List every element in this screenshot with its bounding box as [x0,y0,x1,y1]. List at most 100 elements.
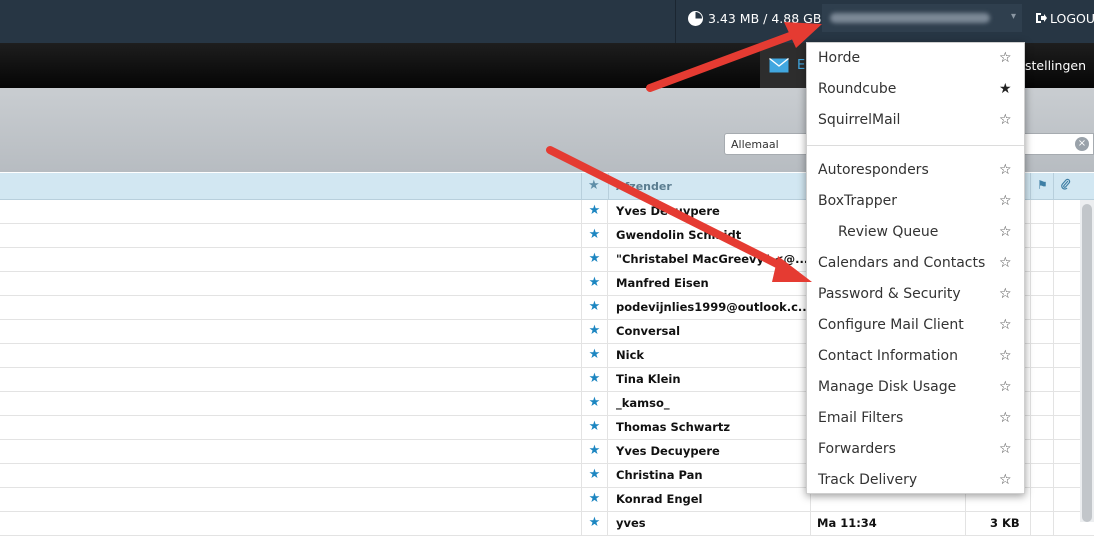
star-icon[interactable]: ★ [581,368,608,391]
star-column-icon[interactable]: ★ [588,178,600,193]
star-icon[interactable]: ★ [581,272,608,295]
logout-button[interactable]: LOGOUT [1035,0,1094,36]
menu-item-password-security[interactable]: Password & Security ☆ [807,279,1024,310]
star-icon[interactable]: ★ [581,416,608,439]
flag-icon[interactable]: ⚑ [1037,178,1048,192]
star-outline-icon[interactable]: ☆ [999,217,1012,248]
attachment-icon[interactable] [1060,178,1071,193]
star-icon[interactable]: ★ [581,320,608,343]
star-icon[interactable]: ★ [581,200,608,223]
menu-item-label: Password & Security [818,286,961,302]
star-outline-icon[interactable]: ☆ [999,465,1012,496]
menu-item-label: Horde [818,50,861,66]
star-outline-icon[interactable]: ☆ [999,403,1012,434]
column-divider [1053,440,1054,463]
column-divider [1030,248,1031,271]
disk-usage[interactable]: 3.43 MB / 4.88 GB [688,0,821,36]
star-filled-icon[interactable]: ★ [999,74,1012,105]
column-divider [1030,224,1031,247]
row-sender: Yves Decuypere [616,204,720,218]
star-outline-icon[interactable]: ☆ [999,310,1012,341]
star-icon[interactable]: ★ [581,248,608,271]
star-outline-icon[interactable]: ☆ [999,105,1012,136]
tab-email[interactable]: E [760,43,810,88]
menu-item-contact-information[interactable]: Contact Information ☆ [807,341,1024,372]
filter-select[interactable]: Allemaal [724,133,814,155]
column-divider [1053,416,1054,439]
column-divider [1030,440,1031,463]
menu-item-configure-mail-client[interactable]: Configure Mail Client ☆ [807,310,1024,341]
menu-item-label: BoxTrapper [818,193,897,209]
star-icon[interactable]: ★ [581,488,608,511]
menu-item-squirrelmail[interactable]: SquirrelMail ☆ [807,105,1024,136]
scrollbar[interactable] [1080,200,1094,522]
menu-item-label: Manage Disk Usage [818,379,957,395]
account-menu-toggle[interactable]: ▾ [822,4,1022,32]
menu-divider [807,145,1024,146]
menu-item-roundcube[interactable]: Roundcube ★ [807,74,1024,105]
menu-item-label: Configure Mail Client [818,317,964,333]
star-icon[interactable]: ★ [581,296,608,319]
row-sender: _kamso_ [616,396,670,410]
sender-column-header[interactable]: Afzender [616,180,672,193]
menu-item-calendars-and-contacts[interactable]: Calendars and Contacts ☆ [807,248,1024,279]
tab-settings[interactable]: stellingen [1025,43,1086,88]
star-outline-icon[interactable]: ☆ [999,186,1012,217]
menu-item-label: Roundcube [818,81,897,97]
table-row[interactable]: ★ yves Ma 11:34 3 KB [0,512,1094,536]
scrollbar-thumb[interactable] [1082,204,1092,522]
logout-icon [1036,13,1047,23]
row-sender: "Christabel MacGreevy" <@... [616,252,809,266]
pie-chart-icon [688,10,703,26]
star-outline-icon[interactable]: ☆ [999,43,1012,74]
column-divider [1030,416,1031,439]
account-dropdown-menu: Horde ☆ Roundcube ★ SquirrelMail ☆ Autorespond… [806,42,1025,494]
star-icon[interactable]: ★ [581,512,608,535]
column-divider [1053,173,1054,199]
star-outline-icon[interactable]: ☆ [999,155,1012,186]
menu-item-autoresponders[interactable]: Autoresponders ☆ [807,155,1024,186]
chevron-down-icon: ▾ [1010,11,1016,22]
row-sender: Conversal [616,324,681,338]
row-sender: podevijnlies1999@outlook.c... [616,300,812,314]
star-icon[interactable]: ★ [581,464,608,487]
column-divider [1030,512,1031,535]
column-divider [1030,488,1031,511]
column-divider [1053,272,1054,295]
column-divider [1053,296,1054,319]
row-date: Ma 11:34 [817,516,877,530]
star-outline-icon[interactable]: ☆ [999,434,1012,465]
menu-item-email-filters[interactable]: Email Filters ☆ [807,403,1024,434]
star-outline-icon[interactable]: ☆ [999,372,1012,403]
clear-search-icon[interactable]: × [1075,137,1089,151]
menu-item-label: Calendars and Contacts [818,255,986,271]
tab-email-label: E [797,58,806,73]
topbar-divider [675,0,676,43]
star-icon[interactable]: ★ [581,344,608,367]
menu-item-manage-disk-usage[interactable]: Manage Disk Usage ☆ [807,372,1024,403]
star-icon[interactable]: ★ [581,224,608,247]
column-divider [1030,173,1031,199]
row-sender: Nick [616,348,645,362]
menu-item-horde[interactable]: Horde ☆ [807,43,1024,74]
menu-item-review-queue[interactable]: Review Queue ☆ [807,217,1024,248]
column-divider [965,512,966,535]
menu-item-label: Review Queue [838,224,939,240]
column-divider [1053,464,1054,487]
star-outline-icon[interactable]: ☆ [999,341,1012,372]
menu-item-track-delivery[interactable]: Track Delivery ☆ [807,465,1024,496]
column-divider [810,512,811,535]
column-divider [1053,320,1054,343]
menu-item-boxtrapper[interactable]: BoxTrapper ☆ [807,186,1024,217]
star-outline-icon[interactable]: ☆ [999,248,1012,279]
star-icon[interactable]: ★ [581,392,608,415]
star-outline-icon[interactable]: ☆ [999,279,1012,310]
row-sender: Thomas Schwartz [616,420,731,434]
row-sender: Tina Klein [616,372,681,386]
star-icon[interactable]: ★ [581,440,608,463]
menu-item-forwarders[interactable]: Forwarders ☆ [807,434,1024,465]
menu-item-label: Email Filters [818,410,904,426]
column-divider [1030,344,1031,367]
row-sender: Konrad Engel [616,492,703,506]
column-divider [608,173,609,199]
